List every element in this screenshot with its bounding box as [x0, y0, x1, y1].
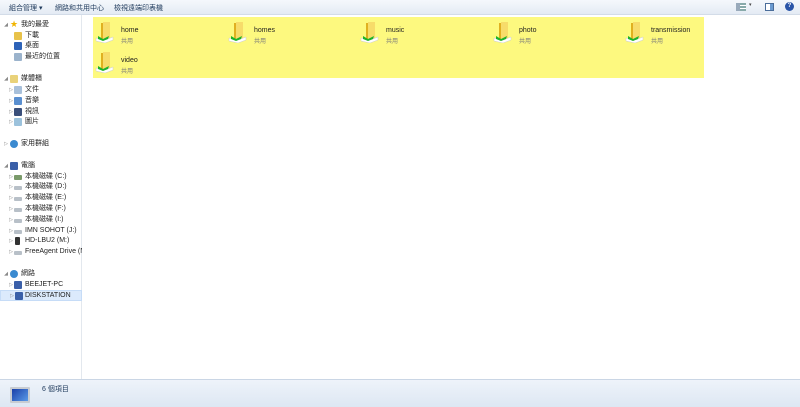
- computer-icon: [10, 162, 18, 170]
- folder-item-video[interactable]: video 共用: [93, 49, 223, 77]
- navigation-pane: ◢ ★ 我的最愛 下載 桌面 最近的位置 ◢ 媒體櫃 ▷ 文件 ▷ 音樂 ▷ 視訊 ▷ 圖片 …: [0, 15, 82, 379]
- nav-drive-m[interactable]: ▷ HD-LBU2 (M:): [0, 236, 82, 246]
- shared-folder-icon: [493, 22, 512, 43]
- nav-documents[interactable]: ▷ 文件: [0, 85, 82, 95]
- computer-icon: [14, 281, 22, 289]
- external-drive-icon: [15, 237, 20, 245]
- drive-icon: [14, 208, 22, 212]
- downloads-icon: [14, 32, 22, 40]
- nav-music[interactable]: ▷ 音樂: [0, 96, 82, 106]
- nav-drive-i[interactable]: ▷ 本機磁碟 (I:): [0, 215, 82, 225]
- folder-name: transmission: [651, 27, 691, 34]
- nav-recent-places[interactable]: 最近的位置: [0, 52, 82, 62]
- diskstation-icon: [10, 387, 30, 403]
- nav-pictures[interactable]: ▷ 圖片: [0, 117, 82, 127]
- music-icon: [14, 97, 22, 105]
- view-printers-button[interactable]: 檢視遠端印表機: [114, 3, 163, 13]
- homegroup-icon: [10, 140, 18, 148]
- shared-folder-icon: [228, 22, 247, 43]
- folder-type: 共用: [121, 69, 134, 75]
- nav-favorites[interactable]: ◢ ★ 我的最愛: [0, 20, 82, 30]
- folder-name: photo: [519, 27, 537, 34]
- shared-folder-icon: [95, 52, 114, 73]
- pictures-icon: [14, 118, 22, 126]
- folder-item-photo[interactable]: photo 共用: [491, 19, 621, 47]
- folder-item-home[interactable]: home 共用: [93, 19, 223, 47]
- nav-drive-j[interactable]: ▷ IMN SOHOT (J:): [0, 226, 82, 236]
- preview-pane-icon[interactable]: [765, 3, 774, 11]
- help-icon[interactable]: ?: [785, 2, 794, 11]
- videos-icon: [14, 108, 22, 116]
- folder-item-transmission[interactable]: transmission 共用: [623, 19, 753, 47]
- nav-drive-d[interactable]: ▷ 本機磁碟 (D:): [0, 182, 82, 192]
- computer-icon: [15, 292, 23, 300]
- network-center-button[interactable]: 網路和共用中心: [55, 3, 104, 13]
- drive-icon: [14, 219, 22, 223]
- drive-icon: [14, 251, 22, 255]
- nav-homegroup[interactable]: ▷ 家用群組: [0, 139, 82, 149]
- command-bar: 組合管理 ▾ 網路和共用中心 檢視遠端印表機 ▾ ?: [0, 0, 800, 15]
- desktop-icon: [14, 42, 22, 50]
- drive-icon: [14, 186, 22, 190]
- nav-drive-c[interactable]: ▷ 本機磁碟 (C:): [0, 172, 82, 182]
- nav-drive-f[interactable]: ▷ 本機磁碟 (F:): [0, 204, 82, 214]
- nav-desktop[interactable]: 桌面: [0, 41, 82, 51]
- nav-drive-e[interactable]: ▷ 本機磁碟 (E:): [0, 193, 82, 203]
- nav-beejet-pc[interactable]: ▷ BEEJET-PC: [0, 280, 82, 290]
- item-count: 6 個項目: [42, 386, 69, 393]
- shared-folder-icon: [95, 22, 114, 43]
- drive-icon: [14, 197, 22, 201]
- shared-folder-icon: [625, 22, 644, 43]
- folder-type: 共用: [121, 39, 134, 45]
- nav-drive-n[interactable]: ▷FreeAgent Drive (N:): [0, 247, 82, 257]
- folder-name: homes: [254, 27, 276, 34]
- drive-icon: [14, 230, 22, 234]
- folder-type: 共用: [254, 39, 267, 45]
- view-options-icon[interactable]: [736, 3, 746, 11]
- folder-name: home: [121, 27, 139, 34]
- nav-diskstation[interactable]: ▷ DISKSTATION: [0, 290, 82, 301]
- star-icon: ★: [10, 20, 19, 29]
- folder-name: music: [386, 27, 405, 34]
- nav-computer[interactable]: ◢ 電腦: [0, 161, 82, 171]
- folder-item-music[interactable]: music 共用: [358, 19, 488, 47]
- libraries-icon: [10, 75, 18, 83]
- nav-videos[interactable]: ▷ 視訊: [0, 107, 82, 117]
- nav-downloads[interactable]: 下載: [0, 31, 82, 41]
- recent-places-icon: [14, 53, 22, 61]
- network-icon: [10, 270, 18, 278]
- documents-icon: [14, 86, 22, 94]
- folder-type: 共用: [386, 39, 399, 45]
- shared-folder-icon: [360, 22, 379, 43]
- folder-type: 共用: [651, 39, 664, 45]
- file-list: home 共用 homes 共用 music 共用 photo 共用 trans…: [83, 15, 800, 379]
- nav-libraries[interactable]: ◢ 媒體櫃: [0, 74, 82, 84]
- organize-button[interactable]: 組合管理 ▾: [9, 3, 42, 13]
- folder-item-homes[interactable]: homes 共用: [226, 19, 356, 47]
- status-bar: 6 個項目: [0, 379, 800, 407]
- chevron-down-icon[interactable]: ▾: [749, 2, 752, 8]
- drive-icon: [14, 175, 22, 180]
- folder-name: video: [121, 57, 138, 64]
- nav-network[interactable]: ◢ 網路: [0, 269, 82, 279]
- folder-type: 共用: [519, 39, 532, 45]
